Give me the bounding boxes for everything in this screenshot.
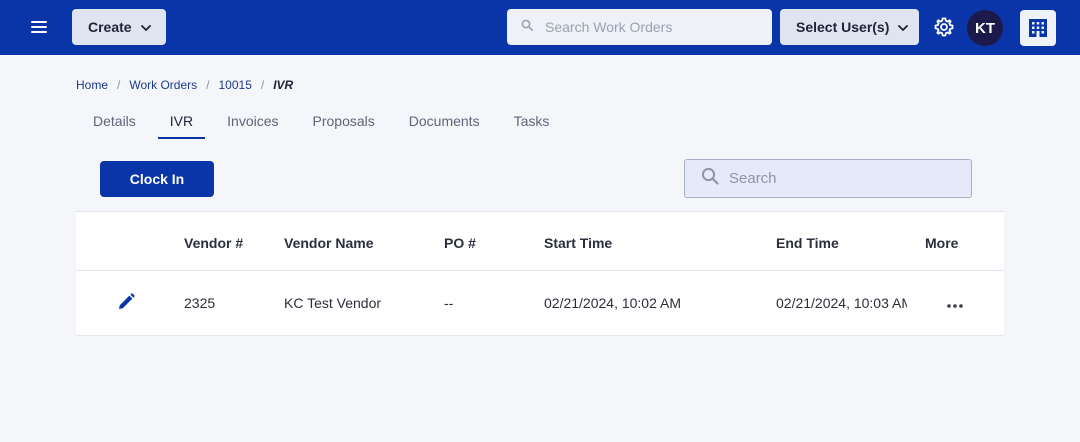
create-button[interactable]: Create [72,9,166,45]
cell-start-time: 02/21/2024, 10:02 AM [544,295,681,311]
table-row: 2325 KC Test Vendor -- 02/21/2024, 10:02… [76,271,1004,335]
tab-ivr[interactable]: IVR [157,113,206,139]
breadcrumb: Home / Work Orders / 10015 / IVR [76,78,293,92]
hamburger-icon[interactable] [28,17,52,37]
breadcrumb-separator: / [206,78,210,92]
column-header-vendor-name: Vendor Name [284,235,374,251]
cell-po-number: -- [444,295,454,311]
cell-vendor-name: KC Test Vendor [284,295,382,311]
breadcrumb-current: IVR [273,78,294,92]
column-header-end-time: End Time [776,235,839,251]
top-navigation-bar: Create Search Work Orders Select User(s)… [0,0,1080,55]
breadcrumb-separator: / [260,78,265,92]
cell-end-time: 02/21/2024, 10:03 AM [776,295,907,311]
tab-invoices[interactable]: Invoices [227,113,278,139]
clock-in-button[interactable]: Clock In [100,161,214,197]
chevron-down-icon [898,19,909,35]
gear-icon[interactable] [932,15,956,39]
search-icon [701,167,719,190]
column-header-more: More [925,235,959,251]
tab-details[interactable]: Details [93,113,136,139]
select-users-dropdown[interactable]: Select User(s) [780,9,919,45]
search-work-orders-input[interactable]: Search Work Orders [507,9,772,45]
breadcrumb-work-orders[interactable]: Work Orders [129,78,197,92]
building-icon[interactable] [1020,10,1056,46]
create-label: Create [88,19,132,35]
breadcrumb-home[interactable]: Home [76,78,108,92]
cell-vendor-number: 2325 [184,295,216,311]
tab-tasks[interactable]: Tasks [514,113,550,139]
pencil-edit-icon[interactable] [116,292,136,312]
more-options-icon[interactable] [945,298,965,308]
tab-bar: Details IVR Invoices Proposals Documents… [76,113,549,139]
breadcrumb-work-order-id[interactable]: 10015 [219,78,252,92]
avatar[interactable]: KT [967,10,1003,46]
table-header: Vendor # Vendor Name PO # Start Time End… [76,212,1004,271]
column-header-start-time: Start Time [544,235,613,251]
select-users-label: Select User(s) [796,19,890,35]
search-work-orders-placeholder: Search Work Orders [545,19,673,35]
search-input[interactable] [729,170,959,187]
search-box [684,159,972,198]
ivr-table: Vendor # Vendor Name PO # Start Time End… [76,211,1004,336]
tab-proposals[interactable]: Proposals [313,113,375,139]
column-header-vendor-number: Vendor # [184,235,244,251]
tab-documents[interactable]: Documents [409,113,480,139]
chevron-down-icon [140,19,151,35]
search-icon [521,18,533,36]
breadcrumb-separator: / [117,78,121,92]
column-header-po-number: PO # [444,235,476,251]
